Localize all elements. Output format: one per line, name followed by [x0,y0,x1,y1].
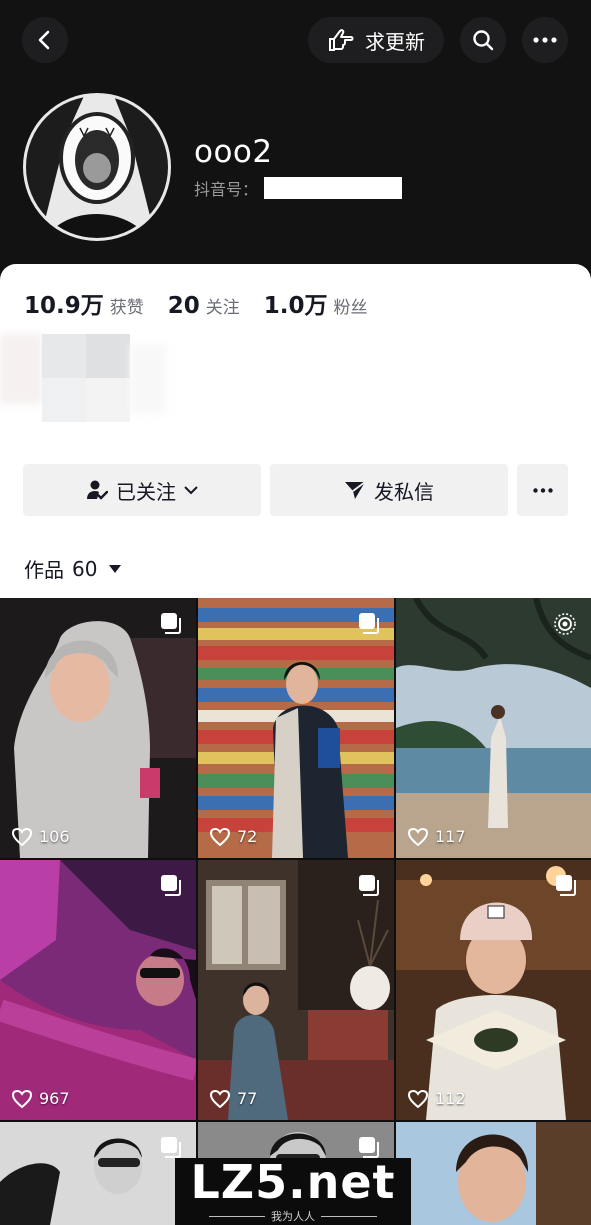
stat-following-number: 20 [167,293,200,319]
send-message-label: 发私信 [374,479,434,504]
heart-icon [408,827,428,846]
video-tile[interactable] [396,1122,591,1225]
ellipsis-icon [533,37,557,43]
multi-image-icon [160,874,182,900]
video-tile[interactable]: 77 [198,860,394,1120]
live-photo-icon [553,612,577,640]
profile-card: 10.9万 获赞 20 关注 1.0万 粉丝 已关注 发私信 作品 60 [0,264,591,598]
multi-image-icon [555,874,577,900]
like-count-value: 967 [39,1089,70,1108]
heart-icon [12,827,32,846]
like-count: 112 [408,1089,466,1108]
profile-header: 求更新 ooo2 抖音号： [0,0,591,290]
tab-works[interactable]: 作品 60 [24,554,122,583]
stat-followers[interactable]: 1.0万 粉丝 [264,286,368,320]
chevron-down-icon [184,486,198,495]
watermark-subtitle-row: 我为人人 [209,1208,377,1224]
multi-image-icon [358,612,380,638]
stats-row: 10.9万 获赞 20 关注 1.0万 粉丝 [24,286,368,320]
heart-icon [210,827,230,846]
heart-icon [12,1089,32,1108]
like-count-value: 117 [435,827,466,846]
video-tile[interactable] [0,1122,196,1225]
like-count-value: 106 [39,827,70,846]
search-icon [473,30,494,51]
stat-likes[interactable]: 10.9万 获赞 [24,286,144,320]
stat-following-label: 关注 [205,298,240,318]
video-tile[interactable]: 117 [396,598,591,858]
blurred-bio [0,324,170,444]
video-tile[interactable]: 106 [0,598,196,858]
video-tile[interactable]: 112 [396,860,591,1120]
stat-followers-number: 1.0万 [263,293,328,319]
watermark-subtitle: 我为人人 [271,1210,315,1223]
like-count: 967 [12,1089,70,1108]
multi-image-icon [358,874,380,900]
stat-following[interactable]: 20 关注 [168,293,240,319]
ellipsis-icon [532,487,553,493]
like-count: 117 [408,827,466,846]
action-buttons: 已关注 发私信 [23,464,568,516]
like-count: 72 [210,827,257,846]
caret-down-icon [109,564,122,573]
works-label: 作品 [24,558,64,582]
avatar[interactable] [23,93,171,241]
heart-icon [408,1089,428,1108]
like-count-value: 72 [237,827,258,846]
thumbnail [396,1122,591,1225]
followed-button[interactable]: 已关注 [23,464,261,516]
works-count: 60 [72,556,98,581]
back-button[interactable] [22,17,68,63]
multi-image-icon [160,612,182,638]
user-check-icon [87,480,108,500]
paper-plane-icon [345,481,366,499]
request-update-label: 求更新 [365,29,425,54]
send-message-button[interactable]: 发私信 [270,464,508,516]
stat-likes-label: 获赞 [109,298,144,318]
like-count: 106 [12,827,70,846]
request-update-button[interactable]: 求更新 [308,17,444,63]
chevron-left-icon [38,30,50,50]
like-count: 77 [210,1089,257,1108]
douyin-id-redaction [264,177,403,199]
stat-likes-number: 10.9万 [24,293,104,319]
heart-icon [210,1089,230,1108]
watermark: LZ5.net 我为人人 [175,1158,411,1225]
more-actions-button[interactable] [517,464,568,516]
more-options-button[interactable] [522,17,568,63]
followed-label: 已关注 [116,479,176,504]
stat-followers-label: 粉丝 [333,298,368,318]
douyin-id-row: 抖音号： [194,176,403,200]
douyin-id-label: 抖音号： [194,180,259,199]
watermark-title: LZ5.net [190,1155,396,1209]
like-count-value: 112 [435,1089,466,1108]
avatar-illustration [26,96,168,238]
like-count-value: 77 [237,1089,258,1108]
search-button[interactable] [460,17,506,63]
hand-pointer-icon [329,29,354,51]
video-tile[interactable]: 72 [198,598,394,858]
nickname: ooo2 [194,134,273,170]
video-tile[interactable]: 967 [0,860,196,1120]
